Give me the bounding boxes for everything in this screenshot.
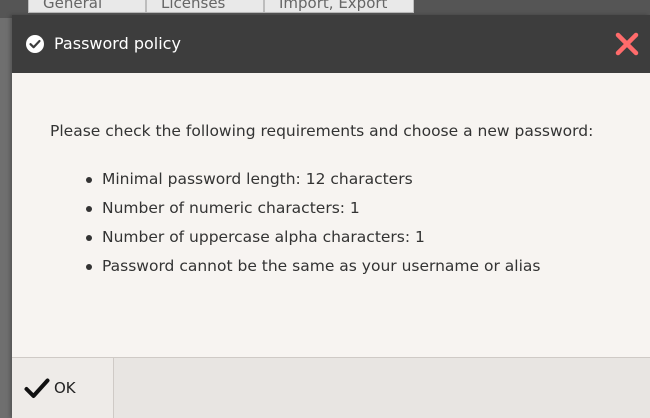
tab-import-export[interactable]: Import, Export — [264, 0, 414, 13]
password-policy-dialog: Password policy Please check the followi… — [12, 15, 650, 418]
dialog-content: Please check the following requirements … — [12, 73, 650, 357]
close-icon[interactable] — [612, 29, 642, 59]
tab-general[interactable]: General — [28, 0, 146, 13]
dialog-footer: OK — [12, 357, 650, 418]
dialog-title: Password policy — [54, 34, 181, 53]
check-circle-icon — [26, 35, 44, 53]
dialog-titlebar: Password policy — [12, 15, 650, 73]
ok-button[interactable]: OK — [12, 358, 114, 418]
ok-button-label: OK — [54, 379, 76, 397]
checkmark-icon — [24, 378, 50, 398]
requirement-item: Minimal password length: 12 characters — [86, 165, 612, 194]
requirement-item: Password cannot be the same as your user… — [86, 252, 612, 281]
requirement-item: Number of uppercase alpha characters: 1 — [86, 223, 612, 252]
requirement-item: Number of numeric characters: 1 — [86, 194, 612, 223]
requirements-list: Minimal password length: 12 characters N… — [50, 165, 612, 281]
tab-licenses[interactable]: Licenses — [146, 0, 264, 13]
intro-text: Please check the following requirements … — [50, 122, 594, 140]
